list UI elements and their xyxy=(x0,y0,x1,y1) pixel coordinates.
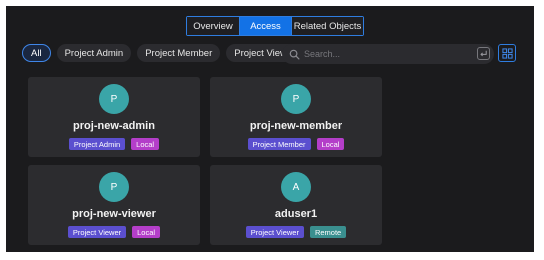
avatar: A xyxy=(281,172,311,202)
user-card[interactable]: A aduser1 Project Viewer Remote xyxy=(210,165,382,245)
role-badge: Project Member xyxy=(247,138,311,150)
role-badge: Project Admin xyxy=(68,138,126,150)
search-box xyxy=(282,44,494,64)
filter-project-member[interactable]: Project Member xyxy=(137,44,221,62)
source-badge: Remote xyxy=(309,226,347,238)
user-name: proj-new-viewer xyxy=(72,208,156,220)
enter-key-icon[interactable] xyxy=(477,47,490,60)
user-name: aduser1 xyxy=(274,208,318,220)
badge-row: Project Viewer Remote xyxy=(210,226,382,238)
grid-view-icon xyxy=(501,47,513,59)
tab-access[interactable]: Access xyxy=(239,17,291,35)
badge-row: Project Viewer Local xyxy=(28,226,200,238)
badge-row: Project Admin Local xyxy=(28,138,200,150)
user-card[interactable]: P proj-new-viewer Project Viewer Local xyxy=(28,165,200,245)
search-input[interactable] xyxy=(304,49,464,59)
filter-all[interactable]: All xyxy=(22,44,51,62)
access-panel: Overview Access Related Objects All Proj… xyxy=(6,6,534,252)
user-name: proj-new-admin xyxy=(73,120,155,132)
user-card[interactable]: P proj-new-member Project Member Local xyxy=(210,77,382,157)
filter-project-admin[interactable]: Project Admin xyxy=(56,44,132,62)
avatar: P xyxy=(99,84,129,114)
avatar: P xyxy=(99,172,129,202)
role-badge: Project Viewer xyxy=(67,226,127,238)
user-card[interactable]: P proj-new-admin Project Admin Local xyxy=(28,77,200,157)
source-badge: Local xyxy=(316,138,345,150)
tab-bar: Overview Access Related Objects xyxy=(186,16,364,36)
user-name: proj-new-member xyxy=(249,120,343,132)
role-badge: Project Viewer xyxy=(245,226,304,238)
source-badge: Local xyxy=(132,226,161,238)
search-icon xyxy=(288,48,300,60)
grid-view-button[interactable] xyxy=(498,44,516,62)
avatar: P xyxy=(281,84,311,114)
tab-related-objects[interactable]: Related Objects xyxy=(291,17,363,35)
source-badge: Local xyxy=(131,138,160,150)
tab-overview[interactable]: Overview xyxy=(187,17,239,35)
badge-row: Project Member Local xyxy=(210,138,382,150)
role-filter-bar: All Project Admin Project Member Project… xyxy=(22,44,304,62)
